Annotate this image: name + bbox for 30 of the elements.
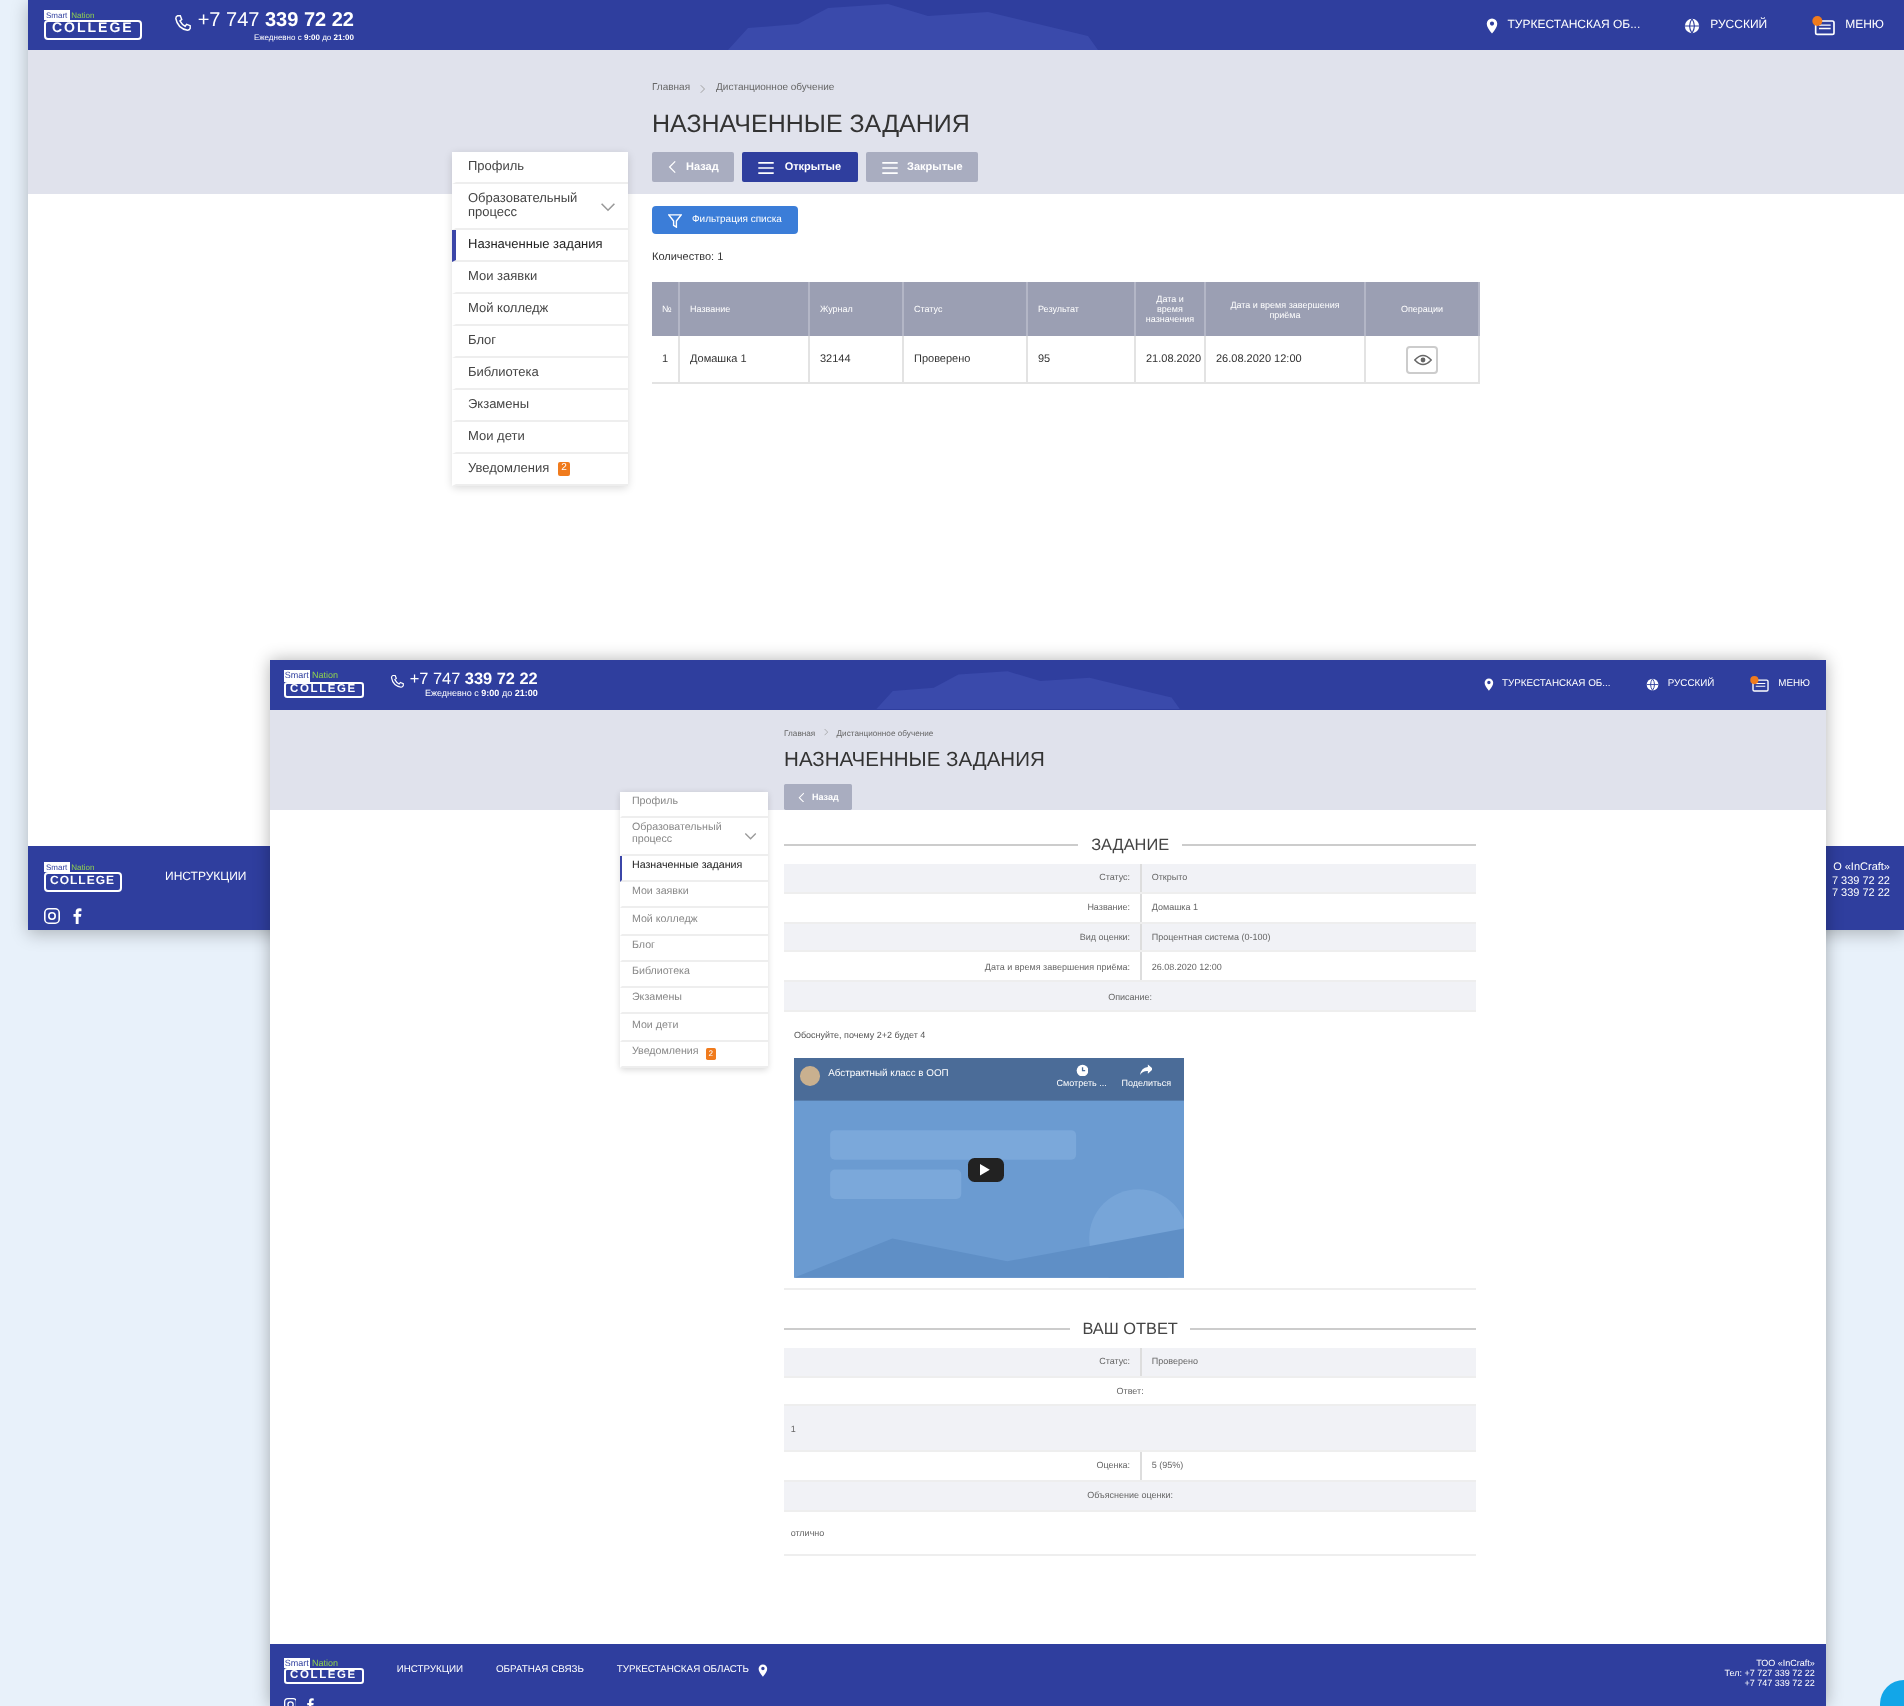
phone-icon <box>173 13 192 31</box>
eye-icon <box>1413 353 1431 365</box>
chevron-right-icon <box>823 728 829 737</box>
play-icon <box>980 1163 991 1176</box>
chevron-left-icon <box>668 160 676 174</box>
location-pin-icon <box>1483 678 1494 692</box>
funnel-icon <box>668 213 682 227</box>
chevron-left-icon <box>797 791 804 803</box>
phone-number[interactable]: +7 747 339 72 22 <box>409 670 538 689</box>
instagram-icon[interactable] <box>283 1697 297 1706</box>
facebook-icon[interactable] <box>72 908 82 924</box>
page-title: НАЗНАЧЕННЫЕ ЗАДАНИЯ <box>784 750 1045 774</box>
globe-icon <box>1684 17 1701 33</box>
list-icon <box>758 161 775 173</box>
location-pin-icon <box>1485 17 1498 33</box>
share-icon <box>1139 1064 1153 1076</box>
facebook-icon[interactable] <box>306 1697 315 1706</box>
view-button[interactable] <box>1406 345 1438 373</box>
globe-icon <box>1646 678 1660 692</box>
chevron-right-icon <box>700 83 707 93</box>
phone-number[interactable]: +7 747 339 72 22 <box>197 9 354 31</box>
list-icon <box>881 161 898 173</box>
menu-icon <box>1811 15 1836 35</box>
instagram-icon[interactable] <box>44 908 60 924</box>
section-heading: ЗАДАНИЕ <box>1091 835 1170 854</box>
page-title: НАЗНАЧЕННЫЕ ЗАДАНИЯ <box>652 110 970 138</box>
phone-icon <box>390 673 405 689</box>
menu-icon <box>1750 676 1771 693</box>
clock-icon <box>1075 1063 1089 1077</box>
section-heading: ВАШ ОТВЕТ <box>1082 1319 1178 1338</box>
